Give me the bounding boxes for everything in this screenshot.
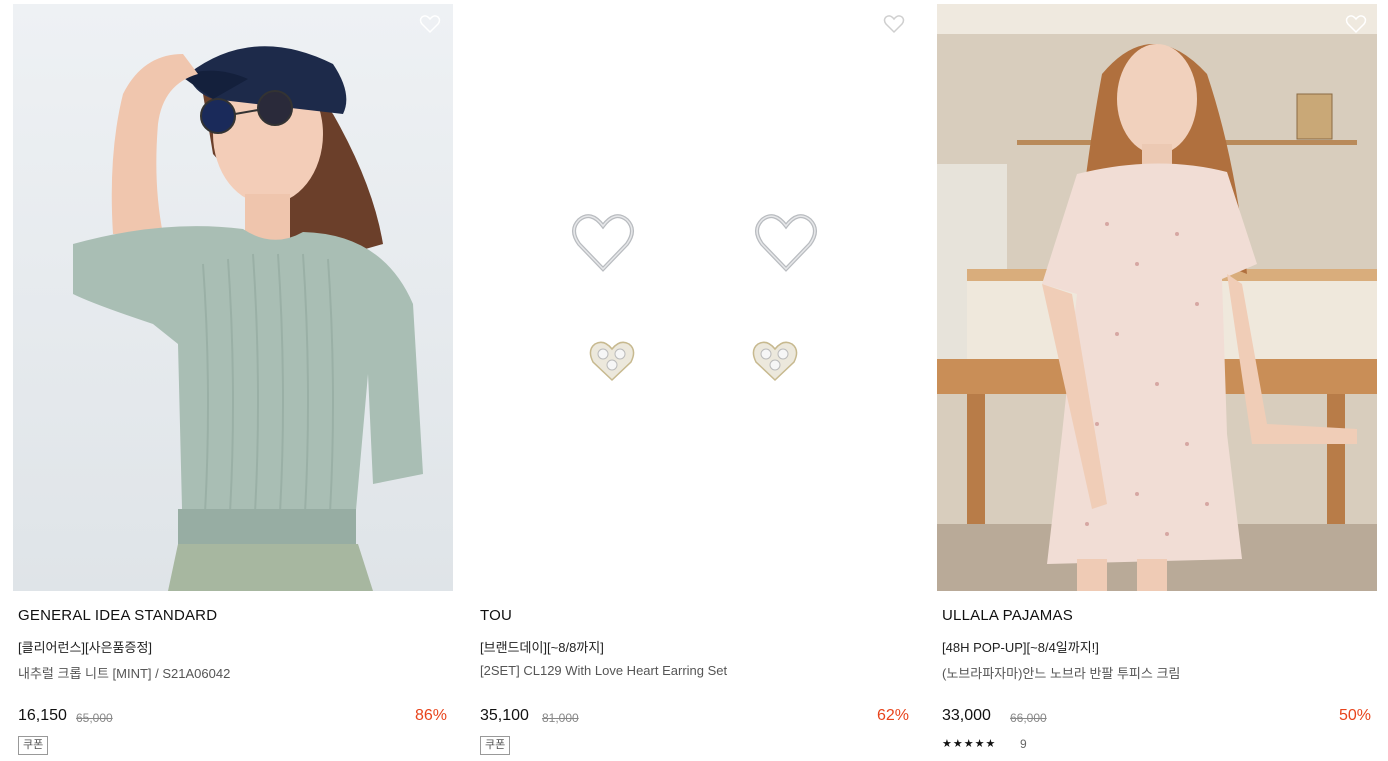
product-image[interactable] (937, 4, 1377, 591)
product-price: 35,100 (480, 707, 529, 724)
product-promo[interactable]: [브랜드데이][~8/8까지] (480, 637, 604, 656)
wishlist-heart-icon[interactable] (1344, 12, 1368, 36)
product-brand[interactable]: GENERAL IDEA STANDARD (18, 607, 217, 624)
wishlist-heart-icon[interactable] (418, 12, 442, 36)
product-photo-knit (13, 4, 453, 591)
wishlist-heart-icon[interactable] (882, 12, 906, 36)
product-photo-earrings (475, 4, 915, 591)
product-image[interactable] (13, 4, 453, 591)
original-price: 81,000 (542, 711, 579, 725)
original-price: 66,000 (1010, 711, 1047, 725)
product-brand[interactable]: ULLALA PAJAMAS (942, 607, 1073, 624)
product-promo[interactable]: [클리어런스][사은품증정] (18, 637, 152, 656)
product-price: 33,000 (942, 707, 991, 724)
product-name[interactable]: 내추럴 크롭 니트 [MINT] / S21A06042 (18, 663, 230, 682)
discount-rate: 62% (877, 707, 910, 724)
product-promo[interactable]: [48H POP-UP][~8/4일까지!] (942, 637, 1099, 656)
product-name[interactable]: (노브라파자마)안느 노브라 반팔 투피스 크림 (942, 663, 1180, 682)
rating-stars-icon: ★★★★★ (942, 738, 997, 750)
review-count: 9 (1020, 737, 1027, 751)
coupon-badge: 쿠폰 (480, 736, 511, 755)
product-price: 16,150 (18, 707, 67, 724)
product-brand[interactable]: TOU (480, 607, 512, 624)
product-name[interactable]: [2SET] CL129 With Love Heart Earring Set (480, 663, 727, 678)
product-photo-pajamas (937, 4, 1377, 591)
product-image[interactable] (475, 4, 915, 591)
coupon-badge: 쿠폰 (18, 736, 49, 755)
discount-rate: 86% (415, 707, 448, 724)
original-price: 65,000 (76, 711, 113, 725)
discount-rate: 50% (1339, 707, 1372, 724)
